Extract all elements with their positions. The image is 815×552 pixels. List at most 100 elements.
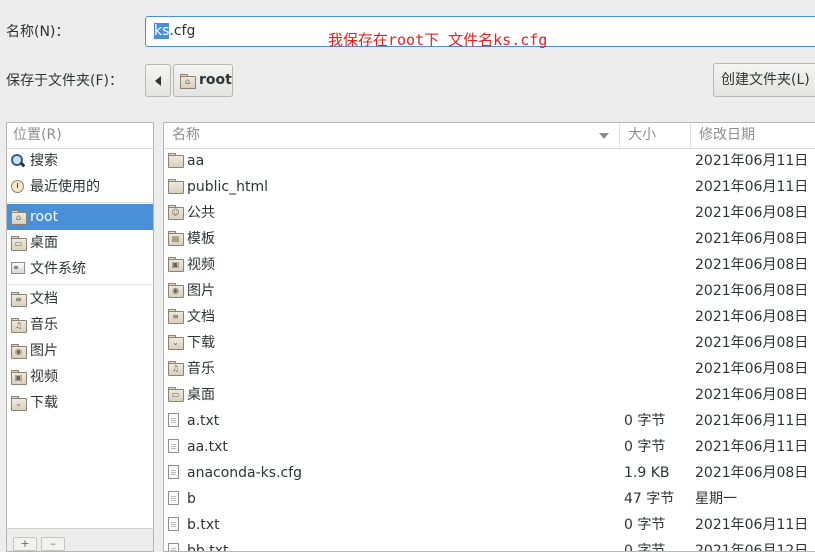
folder-icon: ◉ (168, 283, 184, 298)
file-date: 星期一 (695, 491, 737, 507)
file-list-header: 名称 大小 修改日期 (164, 123, 815, 149)
file-date: 2021年06月08日 (695, 231, 809, 247)
desktop-folder-icon: ▭ (11, 236, 27, 251)
places-footer: + – (7, 528, 153, 551)
file-size: 0 字节 (624, 439, 666, 455)
red-annotation-text: 我保存在root下 文件名ks.cfg (328, 31, 548, 49)
file-row[interactable]: ♫ 音乐 2021年06月08日 (164, 356, 815, 382)
place-documents[interactable]: ≡ 文档 (7, 286, 153, 312)
folder-icon: ≡ (168, 309, 184, 324)
file-date: 2021年06月11日 (695, 439, 809, 455)
file-size: 47 字节 (624, 491, 675, 507)
file-row[interactable]: ⌄ 下载 2021年06月08日 (164, 330, 815, 356)
folder-icon: ▤ (168, 231, 184, 246)
file-name: b (187, 491, 196, 507)
path-crumb-label: root (199, 72, 232, 88)
place-music[interactable]: ♫ 音乐 (7, 312, 153, 338)
folder-icon: ▣ (168, 257, 184, 272)
file-name: 下载 (187, 335, 215, 351)
file-size: 0 字节 (624, 413, 666, 429)
file-list: 名称 大小 修改日期 aa 2021年06月11日 public_html 2021年… (163, 122, 815, 552)
file-date: 2021年06月11日 (695, 153, 809, 169)
file-row[interactable]: ≡ 文档 2021年06月08日 (164, 304, 815, 330)
file-date: 2021年06月08日 (695, 283, 809, 299)
place-pictures[interactable]: ◉ 图片 (7, 338, 153, 364)
place-label: 桌面 (30, 235, 58, 251)
place-root[interactable]: ⌂ root (7, 204, 153, 230)
downloads-folder-icon: ⌄ (11, 396, 27, 411)
file-row[interactable]: public_html 2021年06月11日 (164, 174, 815, 200)
file-date: 2021年06月11日 (695, 517, 809, 533)
file-name: 视频 (187, 257, 215, 273)
place-label: 最近使用的 (30, 179, 100, 195)
file-row[interactable]: ◉ 图片 2021年06月08日 (164, 278, 815, 304)
place-videos[interactable]: ▣ 视频 (7, 364, 153, 390)
search-icon (11, 154, 26, 168)
text-file-icon (168, 491, 179, 505)
filename-extension-text: .cfg (169, 23, 196, 39)
file-name: 桌面 (187, 387, 215, 403)
place-desktop[interactable]: ▭ 桌面 (7, 230, 153, 256)
drive-icon (11, 262, 25, 274)
place-label: 文件系统 (30, 261, 86, 277)
file-row[interactable]: aa.txt 0 字节 2021年06月11日 (164, 434, 815, 460)
file-row[interactable]: aa 2021年06月11日 (164, 148, 815, 174)
file-size: 0 字节 (624, 543, 666, 552)
file-date: 2021年06月08日 (695, 361, 809, 377)
place-recent[interactable]: 最近使用的 (7, 174, 153, 200)
text-file-icon (168, 413, 179, 427)
file-name: anaconda-ks.cfg (187, 465, 303, 481)
filename-selected-text: ks (154, 23, 170, 39)
create-folder-button[interactable]: 创建文件夹(L) (713, 63, 815, 97)
file-row[interactable]: anaconda-ks.cfg 1.9 KB 2021年06月08日 (164, 460, 815, 486)
file-name: 图片 (187, 283, 215, 299)
file-row[interactable]: ▭ 桌面 2021年06月08日 (164, 382, 815, 408)
file-name: a.txt (187, 413, 220, 429)
file-name: bb.txt (187, 543, 229, 552)
path-back-button[interactable] (145, 64, 171, 97)
place-label: 下载 (30, 395, 58, 411)
place-filesystem[interactable]: 文件系统 (7, 256, 153, 282)
column-header-name[interactable]: 名称 (164, 123, 620, 148)
folder-icon: ♫ (168, 361, 184, 376)
file-row[interactable]: a.txt 0 字节 2021年06月11日 (164, 408, 815, 434)
name-label: 名称(N)： (6, 24, 70, 40)
text-file-icon (168, 439, 179, 453)
file-row[interactable]: b 47 字节 星期一 (164, 486, 815, 512)
file-size: 0 字节 (624, 517, 666, 533)
place-downloads[interactable]: ⌄ 下载 (7, 390, 153, 416)
file-date: 2021年06月08日 (695, 257, 809, 273)
places-sidebar: 位置(R) 搜索 最近使用的 ⌂ root ▭ 桌面 文件系统 ≡ 文档 ♫ 音… (6, 122, 154, 552)
file-date: 2021年06月08日 (695, 465, 809, 481)
file-date: 2021年06月08日 (695, 387, 809, 403)
home-folder-icon: ⌂ (180, 74, 196, 89)
sort-descending-icon (599, 133, 609, 139)
file-row[interactable]: ☺ 公共 2021年06月08日 (164, 200, 815, 226)
videos-folder-icon: ▣ (11, 370, 27, 385)
file-row[interactable]: b.txt 0 字节 2021年06月11日 (164, 512, 815, 538)
file-name: 文档 (187, 309, 215, 325)
place-label: 视频 (30, 369, 58, 385)
file-name: aa.txt (187, 439, 228, 455)
place-search[interactable]: 搜索 (7, 148, 153, 174)
column-header-date[interactable]: 修改日期 (691, 123, 815, 148)
recent-icon (11, 180, 24, 193)
path-crumb-root[interactable]: ⌂ root (173, 64, 233, 97)
column-header-size[interactable]: 大小 (620, 123, 691, 148)
file-row[interactable]: ▣ 视频 2021年06月08日 (164, 252, 815, 278)
file-name: aa (187, 153, 205, 169)
file-name: 音乐 (187, 361, 215, 377)
place-label: 图片 (30, 343, 58, 359)
file-name: 模板 (187, 231, 215, 247)
documents-folder-icon: ≡ (11, 292, 27, 307)
place-label: root (30, 209, 59, 225)
file-size: 1.9 KB (624, 465, 670, 481)
file-row[interactable]: bb.txt 0 字节 2021年06月12日 (164, 538, 815, 552)
folder-icon: ☺ (168, 205, 184, 220)
file-date: 2021年06月08日 (695, 335, 809, 351)
file-row[interactable]: ▤ 模板 2021年06月08日 (164, 226, 815, 252)
folder-icon (168, 179, 184, 194)
text-file-icon (168, 543, 179, 551)
folder-icon: ▭ (168, 387, 184, 402)
music-folder-icon: ♫ (11, 318, 27, 333)
